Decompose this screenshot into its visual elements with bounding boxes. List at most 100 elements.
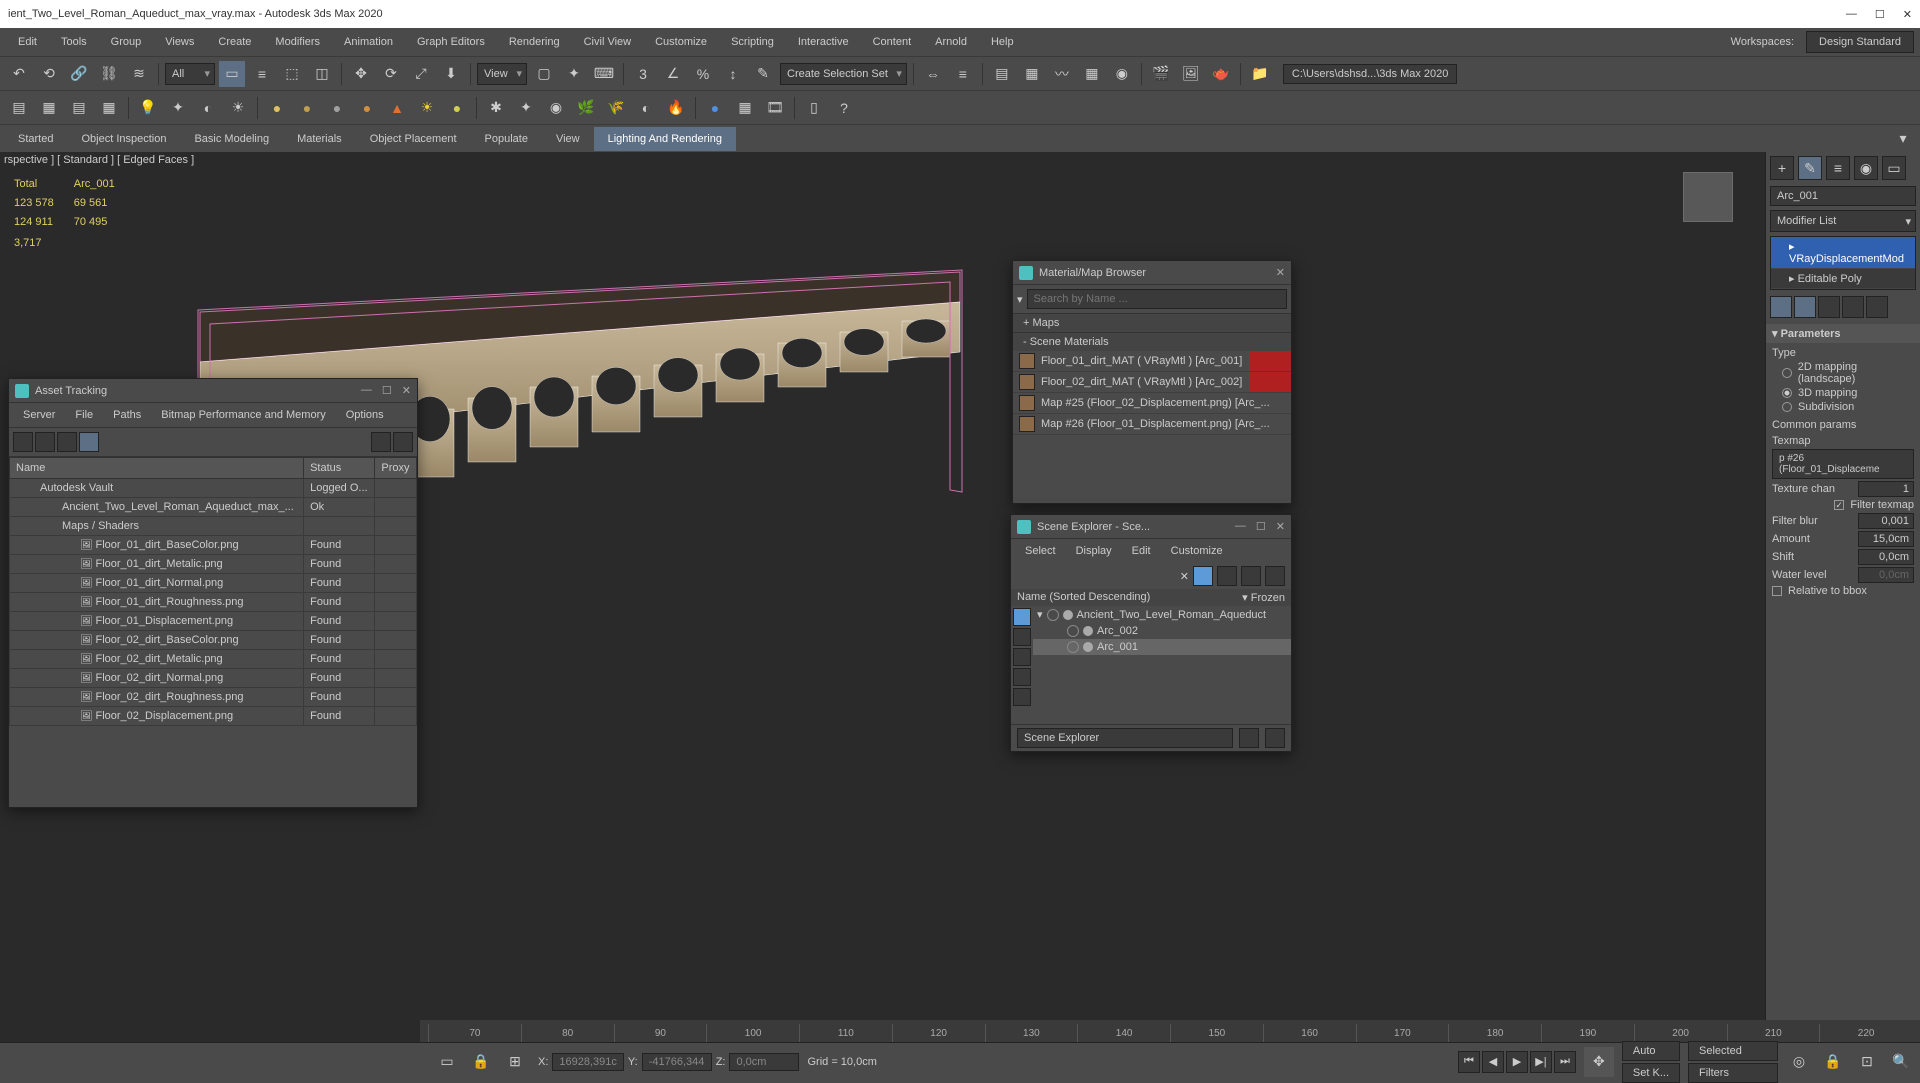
menu-animation[interactable]: Animation: [332, 30, 405, 54]
select-rectangle-icon[interactable]: ⬚: [279, 61, 305, 87]
pivot-icon[interactable]: ▢: [531, 61, 557, 87]
unlink-icon[interactable]: ⛓: [96, 61, 122, 87]
selection-filter-dropdown[interactable]: All: [165, 63, 215, 85]
modify-tab-icon[interactable]: ✎: [1798, 156, 1822, 180]
shift-spinner[interactable]: 0,0cm: [1858, 549, 1914, 565]
redo-icon[interactable]: ⟲: [36, 61, 62, 87]
water-level-spinner[interactable]: 0,0cm: [1858, 567, 1914, 583]
maxscript-icon[interactable]: ▭: [434, 1049, 460, 1075]
mmb-maps-category[interactable]: + Maps: [1013, 313, 1291, 332]
render-setup-icon[interactable]: 🎬: [1148, 61, 1174, 87]
modifier-vraydisplacementmod[interactable]: ▸ VRayDisplacementMod: [1771, 237, 1915, 269]
type-radio[interactable]: [1782, 402, 1792, 412]
zoom-extents-icon[interactable]: ⊡: [1854, 1049, 1880, 1075]
remove-mod-icon[interactable]: [1842, 296, 1864, 318]
select-object-icon[interactable]: ▭: [219, 61, 245, 87]
clear-search-icon[interactable]: ✕: [1180, 570, 1189, 583]
camera-icon[interactable]: ◐: [195, 95, 221, 121]
named-selection-dropdown[interactable]: Create Selection Set: [780, 63, 907, 85]
sphere-yellow-icon[interactable]: ●: [444, 95, 470, 121]
asset-row[interactable]: Autodesk VaultLogged O...: [10, 479, 417, 498]
close-icon[interactable]: ✕: [1276, 266, 1285, 279]
zoom-icon[interactable]: 🔍: [1888, 1049, 1914, 1075]
material-editor-icon[interactable]: ◉: [1109, 61, 1135, 87]
menu-graph-editors[interactable]: Graph Editors: [405, 30, 497, 54]
se-item[interactable]: Arc_001: [1033, 639, 1291, 655]
mmb-item[interactable]: Floor_01_dirt_MAT ( VRayMtl ) [Arc_001]: [1013, 351, 1291, 372]
hair-icon[interactable]: ✦: [513, 95, 539, 121]
auto-key-button[interactable]: Auto: [1622, 1041, 1680, 1061]
se-menu-display[interactable]: Display: [1066, 541, 1122, 561]
mmb-item[interactable]: Map #25 (Floor_02_Displacement.png) [Arc…: [1013, 393, 1291, 414]
isolate-icon[interactable]: ◎: [1786, 1049, 1812, 1075]
z-coord-field[interactable]: 0,0cm: [729, 1053, 799, 1071]
ref-coord-dropdown[interactable]: View: [477, 63, 527, 85]
asset-row[interactable]: Floor_02_dirt_Metalic.pngFound: [10, 650, 417, 669]
workflow-view[interactable]: View: [542, 127, 594, 151]
render-frame-icon[interactable]: 🖼: [1178, 61, 1204, 87]
asset-menu-server[interactable]: Server: [13, 405, 65, 425]
asset-row[interactable]: Ancient_Two_Level_Roman_Aqueduct_max_...…: [10, 498, 417, 517]
asset-col-status[interactable]: Status: [304, 458, 375, 479]
amount-spinner[interactable]: 15,0cm: [1858, 531, 1914, 547]
batch-render-icon[interactable]: ▯: [801, 95, 827, 121]
sunlight-icon[interactable]: ☀: [225, 95, 251, 121]
mmb-item[interactable]: Map #26 (Floor_01_Displacement.png) [Arc…: [1013, 414, 1291, 435]
scale-icon[interactable]: ⤢: [408, 61, 434, 87]
link-icon[interactable]: 🔗: [66, 61, 92, 87]
workflow-object-placement[interactable]: Object Placement: [356, 127, 471, 151]
workflow-object-inspection[interactable]: Object Inspection: [67, 127, 180, 151]
expand-icon[interactable]: [1265, 566, 1285, 586]
particle-icon[interactable]: ✱: [483, 95, 509, 121]
asset-row[interactable]: Maps / Shaders: [10, 517, 417, 536]
menu-civil-view[interactable]: Civil View: [572, 30, 643, 54]
render-icon[interactable]: 🫖: [1208, 61, 1234, 87]
prev-frame-icon[interactable]: ◀: [1482, 1051, 1504, 1073]
filter-icon[interactable]: [1193, 566, 1213, 586]
viewcube-icon[interactable]: [1683, 172, 1733, 222]
mirror-icon[interactable]: ⇔: [920, 61, 946, 87]
refresh-icon[interactable]: [13, 432, 33, 452]
type-radio[interactable]: [1782, 388, 1792, 398]
workflow-basic-modeling[interactable]: Basic Modeling: [180, 127, 283, 151]
mmb-item[interactable]: Floor_02_dirt_MAT ( VRayMtl ) [Arc_002]: [1013, 372, 1291, 393]
angle-snap-icon[interactable]: ∠: [660, 61, 686, 87]
place-icon[interactable]: ⬇: [438, 61, 464, 87]
menu-tools[interactable]: Tools: [49, 30, 99, 54]
parameters-rollout[interactable]: Parameters: [1766, 324, 1920, 343]
asset-menu-file[interactable]: File: [65, 405, 103, 425]
close-icon[interactable]: ✕: [1903, 8, 1912, 21]
texture-channel-spinner[interactable]: 1: [1858, 481, 1914, 497]
hdr-icon[interactable]: ◐: [633, 95, 659, 121]
create-tab-icon[interactable]: +: [1770, 156, 1794, 180]
next-frame-icon[interactable]: ▶|: [1530, 1051, 1552, 1073]
minimize-icon[interactable]: —: [361, 384, 372, 397]
table-icon[interactable]: [79, 432, 99, 452]
maximize-icon[interactable]: ☐: [1875, 8, 1885, 21]
spinner-snap-icon[interactable]: ↕: [720, 61, 746, 87]
menu-arnold[interactable]: Arnold: [923, 30, 979, 54]
goto-end-icon[interactable]: ⏭: [1554, 1051, 1576, 1073]
display-all-icon[interactable]: [1013, 608, 1031, 626]
menu-group[interactable]: Group: [99, 30, 154, 54]
abs-transform-icon[interactable]: ⊞: [502, 1049, 528, 1075]
display-helper-icon[interactable]: [1013, 688, 1031, 706]
workflow-materials[interactable]: Materials: [283, 127, 356, 151]
lock-selection-icon[interactable]: 🔒: [468, 1049, 494, 1075]
list-icon[interactable]: [57, 432, 77, 452]
workflow-populate[interactable]: Populate: [471, 127, 542, 151]
menu-rendering[interactable]: Rendering: [497, 30, 572, 54]
asset-icon[interactable]: ▦: [36, 95, 62, 121]
display-tab-icon[interactable]: ▭: [1882, 156, 1906, 180]
mmb-scene-category[interactable]: - Scene Materials: [1013, 332, 1291, 351]
asset-row[interactable]: Floor_01_dirt_Normal.pngFound: [10, 574, 417, 593]
display-geom-icon[interactable]: [1013, 628, 1031, 646]
se-item[interactable]: Arc_002: [1033, 623, 1291, 639]
workflow-lighting-and-rendering[interactable]: Lighting And Rendering: [594, 127, 736, 151]
pin-stack-icon[interactable]: [1770, 296, 1792, 318]
move-icon[interactable]: ✥: [348, 61, 374, 87]
se-menu-select[interactable]: Select: [1015, 541, 1066, 561]
y-coord-field[interactable]: -41766,344: [642, 1053, 712, 1071]
edit-named-icon[interactable]: ✎: [750, 61, 776, 87]
workspace-selector[interactable]: Design Standard: [1806, 31, 1914, 53]
